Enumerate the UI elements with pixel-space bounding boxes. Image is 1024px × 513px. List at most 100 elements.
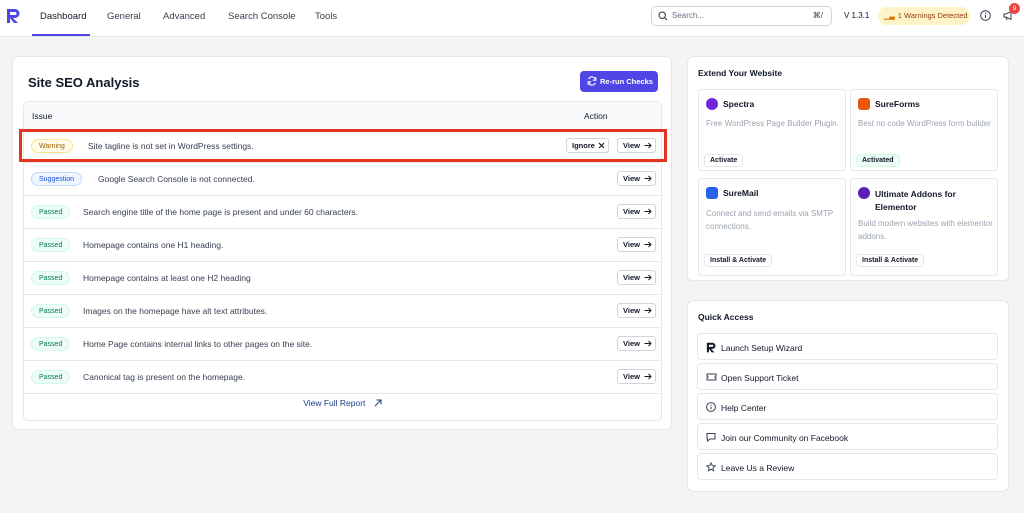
arrow-right-icon bbox=[644, 307, 652, 314]
tab-dashboard[interactable]: Dashboard bbox=[40, 11, 86, 22]
plugin-description: Free WordPress Page Builder Plugin. bbox=[706, 119, 839, 128]
suremail-icon bbox=[706, 187, 718, 199]
table-row: Passed Homepage contains one H1 heading.… bbox=[24, 229, 661, 262]
site-seo-analysis-card: Site SEO Analysis Re-run Checks Issue Ac… bbox=[12, 56, 672, 430]
view-button[interactable]: View bbox=[617, 171, 656, 186]
table-row: Passed Home Page contains internal links… bbox=[24, 328, 661, 361]
top-navigation-bar: Dashboard General Advanced Search Consol… bbox=[0, 0, 1024, 37]
search-icon bbox=[658, 11, 668, 21]
arrow-right-icon bbox=[644, 373, 652, 380]
view-button[interactable]: View bbox=[617, 237, 656, 252]
quick-access-label: Leave Us a Review bbox=[721, 463, 795, 473]
activated-button[interactable]: Activated bbox=[856, 154, 900, 167]
table-row: Passed Search engine title of the home p… bbox=[24, 196, 661, 229]
logo-icon bbox=[706, 342, 716, 353]
arrow-right-icon bbox=[644, 175, 652, 182]
info-icon[interactable] bbox=[980, 10, 991, 21]
warnings-badge[interactable]: ▁▃ 1 Warnings Detected bbox=[878, 7, 970, 25]
status-badge: Suggestion bbox=[31, 172, 83, 186]
search-shortcut: ⌘/ bbox=[812, 11, 823, 20]
issue-text: Google Search Console is not connected. bbox=[98, 174, 255, 184]
view-button[interactable]: View bbox=[617, 303, 656, 318]
issue-text: Images on the homepage have alt text att… bbox=[83, 306, 268, 316]
logo-icon[interactable] bbox=[6, 8, 20, 24]
highlight-box bbox=[19, 129, 667, 162]
search-input[interactable]: Search... ⌘/ bbox=[651, 6, 832, 26]
activate-button[interactable]: Activate bbox=[704, 154, 744, 167]
spectra-icon bbox=[706, 98, 718, 110]
status-badge: Passed bbox=[31, 370, 71, 384]
external-arrow-icon bbox=[374, 399, 382, 407]
view-label: View bbox=[623, 207, 640, 216]
help-icon bbox=[706, 402, 716, 412]
plugin-card-spectra: Spectra Free WordPress Page Builder Plug… bbox=[698, 89, 846, 171]
install-activate-button[interactable]: Install & Activate bbox=[856, 254, 925, 267]
leave-review-link[interactable]: Leave Us a Review bbox=[697, 453, 998, 480]
view-label: View bbox=[623, 339, 640, 348]
sureforms-icon bbox=[858, 98, 870, 110]
tab-advanced[interactable]: Advanced bbox=[163, 11, 205, 22]
plugin-name: Ultimate Addons for Elementor bbox=[875, 189, 956, 212]
view-full-report-label: View Full Report bbox=[303, 398, 366, 408]
plugin-name: SureForms bbox=[875, 99, 920, 109]
help-center-link[interactable]: Help Center bbox=[697, 393, 998, 420]
arrow-right-icon bbox=[644, 274, 652, 281]
ultimate-addons-icon bbox=[858, 187, 870, 199]
plugin-card-suremail: SureMail Connect and send emails via SMT… bbox=[698, 178, 846, 276]
status-badge: Passed bbox=[31, 205, 71, 219]
open-support-ticket-link[interactable]: Open Support Ticket bbox=[697, 363, 998, 390]
issue-text: Homepage contains at least one H2 headin… bbox=[83, 273, 251, 283]
table-row: Passed Homepage contains at least one H2… bbox=[24, 262, 661, 295]
chat-icon bbox=[706, 433, 716, 442]
page-title: Site SEO Analysis bbox=[28, 75, 140, 90]
view-label: View bbox=[623, 174, 640, 183]
table-header: Issue Action bbox=[24, 102, 661, 130]
view-full-report-row: View Full Report bbox=[24, 398, 661, 408]
status-badge: Passed bbox=[31, 304, 71, 318]
tab-tools[interactable]: Tools bbox=[315, 11, 337, 22]
plugin-description: Connect and send emails via SMTP connect… bbox=[706, 209, 834, 231]
plugin-card-ultimate-addons: Ultimate Addons for Elementor Build mode… bbox=[850, 178, 998, 276]
plugin-description: Best no code WordPress form builder bbox=[858, 119, 991, 128]
column-header-issue: Issue bbox=[32, 111, 53, 121]
issue-text: Homepage contains one H1 heading. bbox=[83, 240, 224, 250]
arrow-right-icon bbox=[644, 241, 652, 248]
view-label: View bbox=[623, 273, 640, 282]
community-facebook-link[interactable]: Join our Community on Facebook bbox=[697, 423, 998, 450]
install-activate-button[interactable]: Install & Activate bbox=[704, 254, 773, 267]
issue-text: Canonical tag is present on the homepage… bbox=[83, 372, 246, 382]
tab-general[interactable]: General bbox=[107, 11, 141, 22]
star-icon bbox=[706, 462, 716, 472]
tab-search-console[interactable]: Search Console bbox=[228, 11, 296, 22]
quick-access-label: Launch Setup Wizard bbox=[721, 343, 803, 353]
view-button[interactable]: View bbox=[617, 270, 656, 285]
quick-access-label: Join our Community on Facebook bbox=[721, 433, 849, 443]
quick-access-card: Quick Access Launch Setup Wizard Open Su… bbox=[687, 300, 1009, 492]
rerun-label: Re-run Checks bbox=[600, 77, 653, 86]
arrow-right-icon bbox=[644, 340, 652, 347]
table-row: Suggestion Google Search Console is not … bbox=[24, 163, 661, 196]
signal-bars-icon: ▁▃ bbox=[884, 13, 895, 20]
view-button[interactable]: View bbox=[617, 204, 656, 219]
table-row: Passed Images on the homepage have alt t… bbox=[24, 295, 661, 328]
quick-access-label: Open Support Ticket bbox=[721, 373, 799, 383]
view-label: View bbox=[623, 306, 640, 315]
quick-access-title: Quick Access bbox=[698, 312, 754, 322]
rerun-checks-button[interactable]: Re-run Checks bbox=[580, 71, 658, 92]
search-placeholder: Search... bbox=[672, 11, 705, 20]
table-row: Passed Canonical tag is present on the h… bbox=[24, 361, 661, 394]
status-badge: Passed bbox=[31, 337, 71, 351]
status-badge: Passed bbox=[31, 271, 71, 285]
launch-setup-wizard-link[interactable]: Launch Setup Wizard bbox=[697, 333, 998, 360]
view-button[interactable]: View bbox=[617, 336, 656, 351]
plugin-card-sureforms: SureForms Best no code WordPress form bu… bbox=[850, 89, 998, 171]
view-full-report-link[interactable]: View Full Report bbox=[303, 398, 382, 408]
quick-access-label: Help Center bbox=[721, 403, 767, 413]
status-badge: Passed bbox=[31, 238, 71, 252]
warnings-text: 1 Warnings Detected bbox=[897, 11, 968, 20]
issue-text: Home Page contains internal links to oth… bbox=[83, 339, 313, 349]
version-label: V 1.3.1 bbox=[840, 8, 874, 24]
view-button[interactable]: View bbox=[617, 369, 656, 384]
plugin-name: SureMail bbox=[723, 188, 759, 198]
extend-your-website-card: Extend Your Website Spectra Free WordPre… bbox=[687, 56, 1009, 281]
